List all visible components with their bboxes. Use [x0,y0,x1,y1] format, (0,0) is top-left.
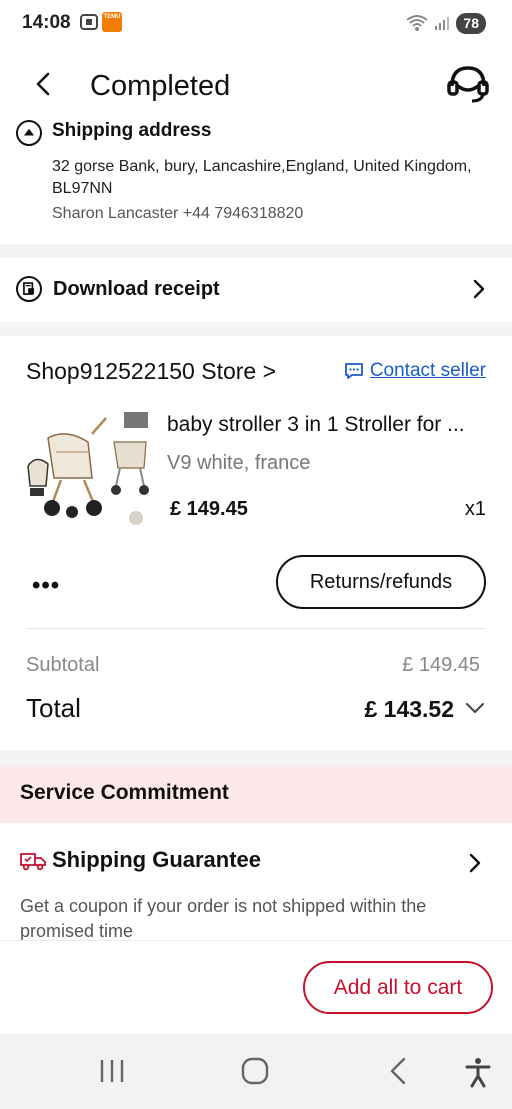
bottom-action-bar: Add all to cart [0,940,512,1034]
temu-app-icon: TEMU [102,12,122,32]
contact-seller-link[interactable]: Contact seller [344,360,486,382]
more-options-button[interactable]: ••• [32,572,60,600]
back-icon[interactable] [30,70,58,98]
headset-icon[interactable] [446,64,490,104]
chevron-right-icon [473,279,485,299]
total-value: £ 143.52 [364,696,454,722]
add-all-to-cart-button[interactable]: Add all to cart [303,961,493,1014]
signal-icon [435,17,450,30]
shipping-address-section: Shipping address 32 gorse Bank, bury, La… [0,116,512,244]
truck-icon [20,853,46,871]
product-price: £ 149.45 [170,498,248,520]
nav-back-icon[interactable] [386,1056,410,1086]
product-title[interactable]: baby stroller 3 in 1 Stroller for ... [167,413,487,437]
shipping-guarantee-title: Shipping Guarantee [52,847,262,872]
shipping-address: 32 gorse Bank, bury, Lancashire,England,… [52,158,472,197]
accessibility-icon[interactable] [464,1056,492,1088]
status-time: 14:08 [22,12,71,33]
product-quantity: x1 [464,498,486,520]
section-gap [0,244,512,258]
receipt-icon [16,276,42,302]
store-name-link[interactable]: Shop912522150 Store > [26,358,276,385]
recent-apps-icon[interactable] [98,1056,126,1086]
download-receipt-row[interactable]: Download receipt [0,258,512,322]
status-right: 78 [406,12,486,34]
header: Completed [0,52,512,116]
service-commitment-banner: Service Commitment [0,765,512,823]
section-gap [0,750,512,765]
divider [26,628,486,629]
subtotal-label: Subtotal [26,654,100,676]
shipping-guarantee-description: Get a coupon if your order is not shippe… [20,896,427,941]
section-gap [0,322,512,336]
chevron-down-icon[interactable] [464,700,486,716]
subtotal-value: £ 149.45 [402,654,480,676]
total-label: Total [26,693,81,723]
location-icon [16,120,42,146]
chat-icon [344,363,363,379]
order-card: Shop912522150 Store > Contact seller bab… [0,336,512,750]
shipping-contact: Sharon Lancaster +44 7946318820 [52,205,304,222]
status-bar: 14:08 TEMU 78 [0,0,512,46]
service-commitment-title: Service Commitment [20,781,229,804]
screenshot-icon [80,14,98,30]
chevron-right-icon [469,853,481,873]
temu-app-label: TEMU [103,14,121,20]
shipping-guarantee-row[interactable]: Shipping Guarantee Get a coupon if your … [0,823,512,941]
wifi-icon [406,15,429,31]
page-title: Completed [90,70,231,102]
product-variant: V9 white, france [167,452,311,474]
shipping-heading: Shipping address [52,120,212,141]
contact-seller-label: Contact seller [369,360,486,381]
download-receipt-label: Download receipt [53,278,220,300]
system-nav-bar [0,1034,512,1109]
battery-indicator: 78 [456,12,486,34]
product-image[interactable] [26,408,152,534]
home-icon[interactable] [240,1056,270,1086]
returns-refunds-button[interactable]: Returns/refunds [276,555,486,609]
